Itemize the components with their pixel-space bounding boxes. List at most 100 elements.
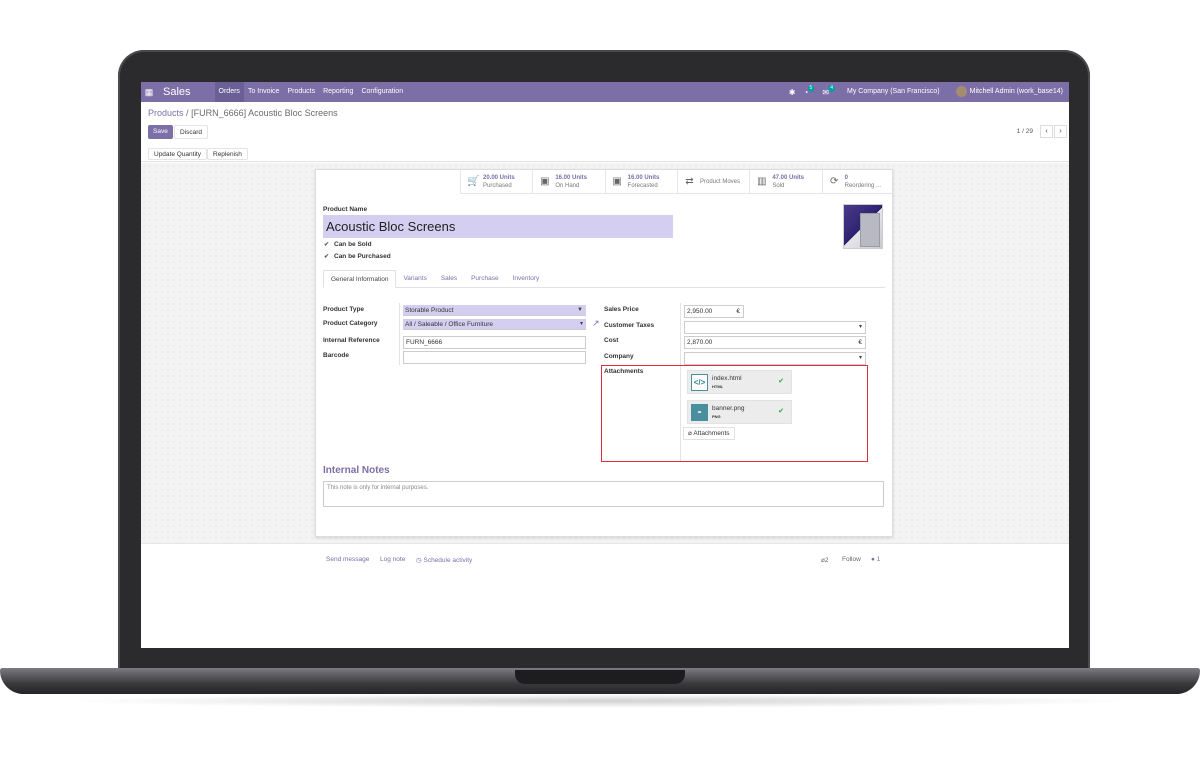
form-sheet: 🛒 20.00 Units Purchased ▣ 16.00 Units On H…: [315, 169, 894, 537]
tab-inventory[interactable]: Inventory: [506, 270, 547, 287]
menu-orders[interactable]: Orders: [214, 82, 244, 102]
code-file-icon: </>: [691, 374, 708, 391]
sales-price-label: Sales Price: [604, 306, 639, 313]
cart-icon: 🛒: [467, 176, 480, 187]
clock-icon: ◷: [416, 557, 422, 564]
product-type-select[interactable]: Storable Product ▼: [403, 305, 586, 316]
attachments-button-label: Attachments: [693, 430, 730, 437]
bug-icon[interactable]: ✱: [789, 88, 796, 97]
checkmark-icon: ✔: [778, 408, 784, 415]
stat-product-moves-button[interactable]: ⇄ Product Moves: [676, 170, 749, 193]
laptop-shadow: [60, 694, 1140, 708]
apps-grid-icon[interactable]: ▦: [141, 82, 157, 102]
stat-purchased-button[interactable]: 🛒 20.00 Units Purchased: [460, 170, 532, 193]
currency-symbol: €: [858, 339, 862, 346]
cubes-icon: ▣: [540, 176, 550, 187]
stat-sold-button[interactable]: ▥ 47.00 Units Sold: [749, 170, 821, 193]
menu-reporting[interactable]: Reporting: [319, 82, 357, 102]
company-select[interactable]: ▾: [684, 352, 866, 365]
cubes-icon: ▣: [612, 176, 622, 187]
activity-badge: 5: [807, 84, 815, 92]
product-category-select[interactable]: All / Saleable / Office Furniture ▾: [403, 319, 586, 330]
attachment-extension: HTML: [712, 384, 724, 389]
followers-count: 1: [876, 556, 881, 563]
chat-badge: 4: [828, 84, 836, 92]
laptop-notch: [515, 670, 685, 684]
pager-previous-button[interactable]: ‹: [1040, 125, 1053, 138]
tab-variants[interactable]: Variants: [396, 270, 433, 287]
tab-general-information[interactable]: General Information: [323, 270, 397, 288]
checkbox-check-icon: ✔: [324, 254, 330, 260]
discard-button[interactable]: Discard: [174, 125, 209, 139]
checkmark-icon: ✔: [778, 378, 784, 385]
replenish-button[interactable]: Replenish: [207, 148, 248, 160]
stat-on-hand-button[interactable]: ▣ 16.00 Units On Hand: [532, 170, 604, 193]
breadcrumb-current: [FURN_6666] Acoustic Bloc Screens: [191, 108, 338, 118]
notebook-tabs: General Information Variants Sales Purch…: [323, 270, 885, 288]
bar-chart-icon: ▥: [757, 176, 767, 187]
cost-value: 2,870.00: [687, 339, 713, 346]
breadcrumb: Products / [FURN_6666] Acoustic Bloc Scr…: [148, 108, 338, 118]
customer-taxes-input[interactable]: ▾: [684, 321, 866, 334]
stat-label: Forecasted: [627, 182, 658, 189]
menu-to-invoice[interactable]: To Invoice: [244, 82, 284, 102]
field-separator: [399, 303, 400, 365]
external-link-icon[interactable]: ↗: [592, 318, 600, 329]
product-name-input[interactable]: Acoustic Bloc Screens: [323, 215, 673, 238]
update-quantity-button[interactable]: Update Quantity: [148, 148, 207, 160]
follow-button[interactable]: Follow: [842, 556, 861, 563]
tab-sales[interactable]: Sales: [434, 270, 464, 287]
can-be-sold-checkbox[interactable]: ✔ Can be Sold: [324, 241, 372, 248]
app-title[interactable]: Sales: [163, 86, 191, 98]
internal-notes-title: Internal Notes: [323, 465, 390, 476]
schedule-activity-button[interactable]: ◷ Schedule activity: [416, 556, 472, 564]
image-file-icon: ◓: [691, 404, 708, 421]
navbar-systray: ✱ ◔ 5 ✉ 4 My Company (San Francisco) Mitch…: [789, 82, 1069, 102]
stat-label: Product Moves: [699, 178, 741, 185]
currency-symbol: €: [736, 308, 740, 315]
menu-products[interactable]: Products: [283, 82, 319, 102]
stat-reordering-button[interactable]: ⟳ 0 Reordering ...: [821, 170, 894, 193]
user-name: Mitchell Admin (work_base14): [969, 88, 1063, 95]
top-navbar: ▦ Sales Orders To Invoice Products Repor…: [141, 82, 1069, 102]
menu-configuration[interactable]: Configuration: [357, 82, 407, 102]
sales-price-input[interactable]: 2,950.00 €: [684, 305, 744, 318]
barcode-input[interactable]: [403, 351, 586, 364]
add-attachments-button[interactable]: ⌀ Attachments: [683, 427, 735, 440]
chevron-down-icon: ▾: [858, 355, 862, 361]
user-icon: ●: [871, 556, 875, 563]
company-label: Company: [604, 353, 634, 360]
stat-value: 20.00 Units: [483, 174, 515, 181]
attachment-card[interactable]: </> index.html HTML ✔: [687, 370, 792, 394]
stat-value: 47.00 Units: [772, 174, 804, 181]
attachments-count-button[interactable]: ⌀2: [821, 556, 829, 564]
stat-value: 16.00 Units: [627, 174, 660, 181]
sales-price-value: 2,950.00: [687, 308, 713, 315]
stat-forecasted-button[interactable]: ▣ 16.00 Units Forecasted: [604, 170, 677, 193]
tab-purchase[interactable]: Purchase: [464, 270, 505, 287]
chat-icon[interactable]: ✉ 4: [822, 84, 836, 97]
attachment-extension: PNG: [712, 414, 721, 419]
user-menu[interactable]: Mitchell Admin (work_base14): [952, 82, 1067, 102]
internal-notes-textarea[interactable]: This note is only for internal purposes.: [323, 481, 884, 507]
attachment-card[interactable]: ◓ banner.png PNG ✔: [687, 400, 792, 424]
activity-clock-icon[interactable]: ◔ 5: [803, 84, 815, 97]
company-switcher[interactable]: My Company (San Francisco): [843, 82, 944, 102]
internal-reference-input[interactable]: FURN_6666: [403, 336, 586, 349]
stat-value: 16.00 Units: [555, 174, 588, 181]
paperclip-icon: ⌀: [688, 430, 692, 437]
save-button[interactable]: Save: [148, 125, 173, 139]
can-be-purchased-checkbox[interactable]: ✔ Can be Purchased: [324, 253, 391, 260]
cost-input[interactable]: 2,870.00 €: [684, 336, 866, 349]
attachments-label: Attachments: [604, 368, 644, 375]
pager-next-button[interactable]: ›: [1054, 125, 1067, 138]
pager-value: 1 / 29: [1016, 128, 1033, 135]
breadcrumb-products-link[interactable]: Products: [148, 108, 184, 118]
send-message-button[interactable]: Send message: [326, 556, 369, 563]
log-note-button[interactable]: Log note: [380, 556, 405, 563]
followers-button[interactable]: ● 1: [871, 556, 880, 563]
can-be-sold-label: Can be Sold: [334, 241, 372, 248]
breadcrumb-separator: /: [186, 108, 189, 118]
stat-value: 0: [844, 174, 848, 181]
product-image[interactable]: [843, 204, 883, 249]
